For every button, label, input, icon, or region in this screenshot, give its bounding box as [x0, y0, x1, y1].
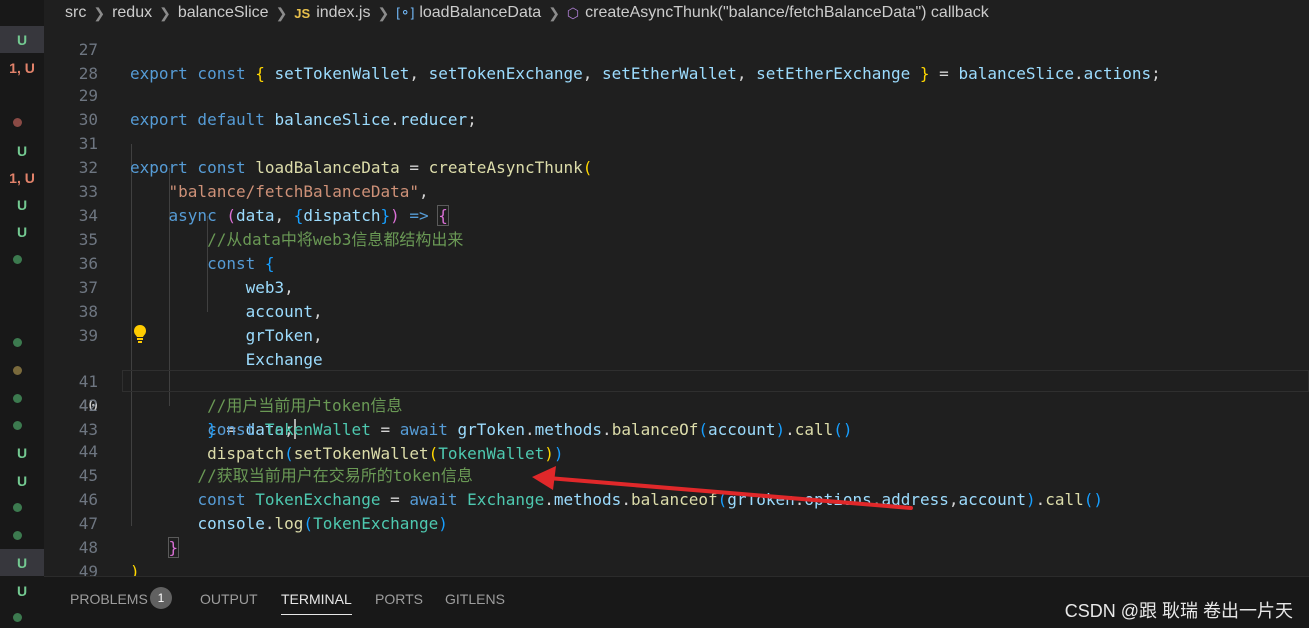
- git-status-text: 1, U: [9, 169, 35, 186]
- code-editor[interactable]: 27 export const { setTokenWallet, setTok…: [44, 26, 1309, 576]
- breadcrumb-item-symbol[interactable]: loadBalanceData: [419, 4, 541, 22]
- code-line: 29 export default balanceSlice.reducer;: [44, 60, 1309, 129]
- code-line: 44 //获取当前用户在交易所的token信息: [44, 416, 1309, 485]
- status-dot: [13, 118, 22, 127]
- code-line: 30: [44, 84, 1309, 129]
- code-line: 46 console.log(TokenExchange): [44, 464, 1309, 533]
- code-line: 33 async (data, {dispatch}) => {: [44, 156, 1309, 226]
- js-file-icon: JS: [294, 5, 311, 21]
- chevron-right-icon: ❯: [93, 4, 106, 21]
- status-dot: [13, 255, 22, 264]
- git-status-untracked: U: [0, 577, 44, 604]
- git-status-untracked: U: [0, 218, 44, 245]
- git-status-text: U: [16, 196, 28, 213]
- status-dot: [13, 503, 22, 512]
- code-line: 42 const TokenWallet = await grToken.met…: [44, 370, 1309, 439]
- status-dot: [13, 366, 22, 375]
- git-status-untracked: U: [0, 191, 44, 218]
- status-dot: [13, 421, 22, 430]
- breadcrumb-item-file[interactable]: index.js: [316, 4, 370, 22]
- breadcrumb: src ❯ redux ❯ balanceSlice ❯ JS index.js…: [44, 0, 1309, 26]
- code-line: 36 web3,: [44, 228, 1309, 297]
- tab-terminal[interactable]: TERMINAL: [281, 591, 352, 615]
- code-line: 32 "balance/fetchBalanceData",: [44, 132, 1309, 201]
- chevron-right-icon: ❯: [159, 4, 171, 21]
- line-number: 49: [78, 562, 98, 576]
- tab-ports[interactable]: PORTS: [375, 591, 423, 607]
- git-decoration-gutter: U 1, U U 1, U U U U U U U: [0, 0, 44, 628]
- tab-gitlens[interactable]: GITLENS: [445, 591, 505, 607]
- git-status-text: U: [16, 31, 28, 48]
- chevron-right-icon: ❯: [275, 4, 288, 21]
- status-dot: [13, 613, 22, 622]
- csdn-watermark: CSDN @跟 耿瑞 卷出一片天: [1064, 601, 1293, 621]
- problems-count-badge: 1: [150, 587, 172, 609]
- breadcrumb-item-redux[interactable]: redux: [112, 4, 152, 22]
- code-text: ): [130, 562, 140, 576]
- tab-output[interactable]: OUTPUT: [200, 591, 258, 607]
- code-line: 45 const TokenExchange = await Exchange.…: [44, 440, 1309, 509]
- code-line: 38 grToken,: [44, 276, 1309, 345]
- git-status-error-untracked: 1, U: [0, 164, 44, 191]
- code-line: 47 }: [44, 488, 1309, 558]
- git-status-text: U: [16, 142, 28, 159]
- git-status-text: U: [16, 582, 28, 599]
- code-line: 37 account,: [44, 252, 1309, 321]
- chevron-right-icon: ❯: [377, 4, 390, 21]
- code-line-current: 40 } = data;: [44, 322, 1309, 439]
- status-dot: [13, 394, 22, 403]
- cube-icon: ⬡: [566, 4, 580, 21]
- git-status-untracked: U: [0, 26, 44, 53]
- git-status-text: 1, U: [9, 59, 35, 76]
- breadcrumb-item-balanceslice[interactable]: balanceSlice: [178, 4, 269, 22]
- tab-problems[interactable]: PROBLEMS: [70, 591, 148, 607]
- breadcrumb-item-src[interactable]: src: [65, 4, 86, 22]
- breadcrumb-item-callback[interactable]: createAsyncThunk("balance/fetchBalanceDa…: [585, 4, 989, 22]
- code-line: 41 //用户当前用户token信息: [44, 346, 1309, 415]
- code-line: 39 Exchange: [44, 300, 1309, 369]
- git-status-text: U: [16, 223, 28, 240]
- code-line: 43 dispatch(setTokenWallet(TokenWallet)): [44, 394, 1309, 463]
- git-status-untracked: U: [0, 137, 44, 164]
- code-line: 35 const {: [44, 204, 1309, 273]
- status-dot: [13, 531, 22, 540]
- code-line: 34 //从data中将web3信息都结构出来: [44, 180, 1309, 249]
- git-status-untracked: U: [0, 439, 44, 466]
- code-line: 27 export const { setTokenWallet, setTok…: [44, 26, 1309, 83]
- symbol-variable-icon: [⚬]: [396, 5, 415, 20]
- git-status-untracked: U: [0, 467, 44, 494]
- code-line: 49: [44, 536, 1309, 576]
- code-line: 31 export const loadBalanceData = create…: [44, 108, 1309, 177]
- status-dot: [13, 338, 22, 347]
- git-status-text: U: [16, 444, 28, 461]
- git-status-text: U: [16, 472, 28, 489]
- git-status-text: U: [16, 554, 28, 571]
- git-status-untracked: U: [0, 549, 44, 576]
- git-status-error-untracked: 1, U: [0, 54, 44, 81]
- lightbulb-icon[interactable]: [133, 324, 147, 344]
- code-line: 28: [44, 38, 1309, 83]
- code-line: 48 ): [44, 512, 1309, 576]
- chevron-right-icon: ❯: [548, 4, 560, 21]
